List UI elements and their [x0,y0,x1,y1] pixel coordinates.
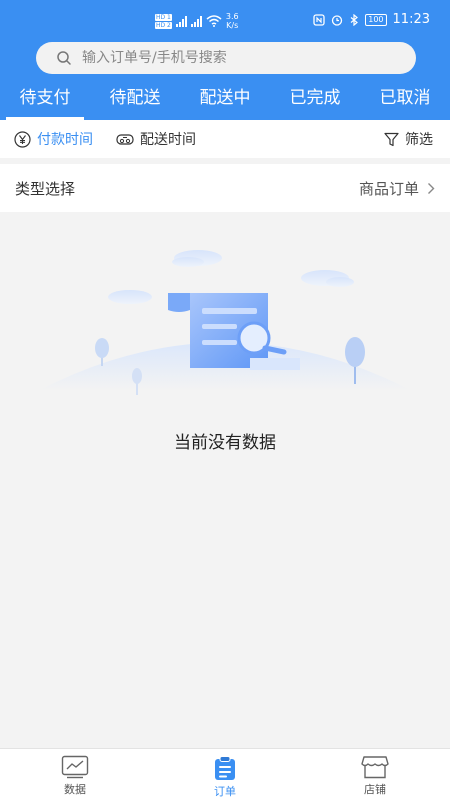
clipboard-icon [215,756,235,780]
status-bar: HD 1 HD 2 3.6 K/s 100 11:23 [0,0,450,40]
nav-store-label: 店铺 [364,783,386,796]
battery-indicator: 100 [365,13,387,26]
nav-orders[interactable]: 订单 [195,755,255,799]
tab-delivering[interactable]: 配送中 [180,82,270,120]
type-select-value: 商品订单 [358,179,419,198]
signal-2-icon [190,15,202,27]
speed-value: 3.6 [225,12,239,21]
hd1-badge: HD 1 [155,13,172,21]
sort-delivery-time[interactable]: 配送时间 [116,129,196,149]
search-input[interactable] [82,50,382,66]
bluetooth-icon [350,13,359,26]
chevron-right-icon [428,182,435,194]
search-icon [57,51,71,65]
search-bar[interactable] [36,42,416,74]
type-select-label: 类型选择 [15,179,76,198]
filter-label: 筛选 [405,132,433,148]
signal-1-icon [175,15,187,27]
delivery-truck-icon [116,133,134,145]
speed-unit: K/s [226,21,239,30]
empty-state-illustration-icon [40,250,410,395]
sort-pay-time[interactable]: 付款时间 [14,129,93,149]
header: HD 1 HD 2 3.6 K/s 100 11:23 输入订单号/手机号搜索 … [0,0,450,121]
nav-data-label: 数据 [64,783,86,796]
type-select-value-group: 商品订单 [359,178,435,199]
pay-time-label: 付款时间 [37,132,93,148]
type-select-row[interactable]: 类型选择 商品订单 [0,164,450,212]
empty-state-message: 当前没有数据 [174,433,276,453]
filter-bar: 付款时间 配送时间 筛选 [0,120,450,158]
hd2-badge: HD 2 [155,21,172,29]
nav-orders-label: 订单 [214,785,236,798]
tab-completed[interactable]: 已完成 [270,82,360,120]
bottom-nav: 数据 订单 店铺 [0,748,450,800]
tab-cancelled[interactable]: 已取消 [360,82,450,120]
nav-data[interactable]: 数据 [45,755,105,797]
filter-funnel-icon [384,132,399,146]
nav-store[interactable]: 店铺 [345,755,405,797]
nfc-icon [313,13,325,26]
filter-button[interactable]: 筛选 [384,129,433,149]
system-status: 100 11:23 [313,12,430,27]
network-status: HD 1 HD 2 3.6 K/s [155,12,239,30]
alarm-icon [332,14,343,26]
chart-monitor-icon [61,755,89,779]
delivery-time-label: 配送时间 [140,132,196,148]
clock: 11:23 [392,12,430,27]
order-status-tabs: 待支付 待配送 配送中 已完成 已取消 [0,82,450,121]
hd-badges: HD 1 HD 2 [155,13,172,29]
yen-icon [14,130,31,148]
network-speed: 3.6 K/s [226,12,239,30]
tab-pending-payment[interactable]: 待支付 [0,82,90,121]
store-icon [361,756,389,779]
wifi-icon [206,15,222,27]
tab-pending-delivery[interactable]: 待配送 [90,82,180,120]
